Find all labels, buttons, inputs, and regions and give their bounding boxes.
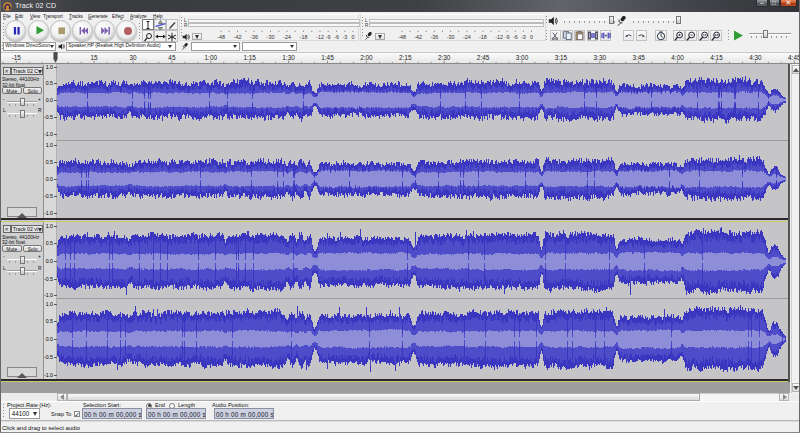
svg-text:-15: -15: [12, 54, 22, 61]
svg-text:1:00: 1:00: [205, 54, 218, 61]
svg-text:1:30: 1:30: [282, 54, 295, 61]
svg-text:3:45: 3:45: [632, 54, 645, 61]
svg-text:2:15: 2:15: [399, 54, 412, 61]
svg-text:3:15: 3:15: [555, 54, 568, 61]
svg-text:1:15: 1:15: [243, 54, 256, 61]
svg-text:4:45: 4:45: [788, 54, 800, 61]
svg-text:15: 15: [91, 54, 99, 61]
svg-text:4:30: 4:30: [749, 54, 762, 61]
svg-text:2:45: 2:45: [477, 54, 490, 61]
svg-text:3:30: 3:30: [594, 54, 607, 61]
svg-text:1:45: 1:45: [321, 54, 334, 61]
svg-text:45: 45: [168, 54, 176, 61]
svg-text:4:15: 4:15: [710, 54, 723, 61]
svg-text:4:00: 4:00: [671, 54, 684, 61]
svg-text:2:30: 2:30: [438, 54, 451, 61]
svg-text:3:00: 3:00: [516, 54, 529, 61]
svg-text:2:00: 2:00: [360, 54, 373, 61]
svg-text:30: 30: [129, 54, 137, 61]
